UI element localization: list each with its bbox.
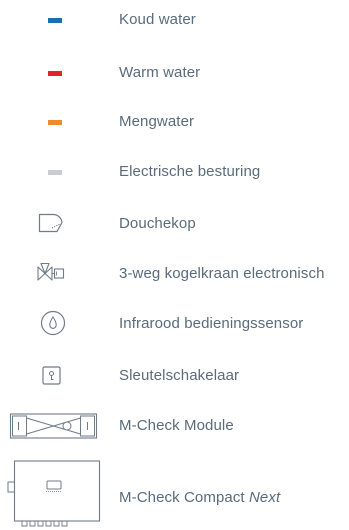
diagram-legend: Koud water Warm water Mengwater Electris… — [0, 0, 349, 530]
legend-item-mixed-water: Mengwater — [0, 106, 349, 138]
legend-label: Sleutelschakelaar — [119, 367, 240, 384]
legend-label: Koud water — [119, 11, 196, 28]
legend-label: Douchekop — [119, 215, 196, 232]
legend-label: Infrarood bedieningssensor — [119, 315, 304, 332]
legend-item-m-check-compact-next: M-Check Compact Next — [0, 460, 349, 527]
mixed-water-line-swatch — [48, 120, 62, 125]
key-switch-icon — [42, 366, 61, 385]
legend-label: Warm water — [119, 64, 201, 81]
legend-label: M-Check Module — [119, 417, 234, 434]
m-check-module-icon — [9, 413, 98, 439]
legend-item-key-switch: Sleutelschakelaar — [0, 360, 349, 392]
legend-label: Electrische besturing — [119, 163, 261, 180]
three-way-ball-valve-icon — [37, 262, 65, 281]
legend-label: 3-weg kogelkraan electronisch — [119, 265, 325, 282]
warm-water-line-swatch — [48, 71, 62, 76]
legend-label-main: M-Check Compact — [119, 489, 245, 506]
legend-item-three-way-valve: 3-weg kogelkraan electronisch — [0, 258, 349, 290]
legend-item-m-check-module: M-Check Module — [0, 410, 349, 442]
infrared-sensor-icon — [40, 310, 66, 336]
legend-label: Mengwater — [119, 113, 195, 130]
electric-control-line-swatch — [48, 170, 62, 175]
legend-label: M-Check Compact Next — [119, 482, 280, 514]
legend-item-infrared-sensor: Infrarood bedieningssensor — [0, 308, 349, 340]
legend-item-shower-head: Douchekop — [0, 208, 349, 240]
m-check-compact-next-icon — [7, 460, 101, 527]
legend-item-electric-control: Electrische besturing — [0, 156, 349, 188]
legend-item-cold-water: Koud water — [0, 4, 349, 36]
legend-label-suffix: Next — [248, 489, 281, 506]
cold-water-line-swatch — [48, 18, 62, 23]
legend-item-warm-water: Warm water — [0, 57, 349, 89]
shower-head-icon — [38, 213, 63, 233]
